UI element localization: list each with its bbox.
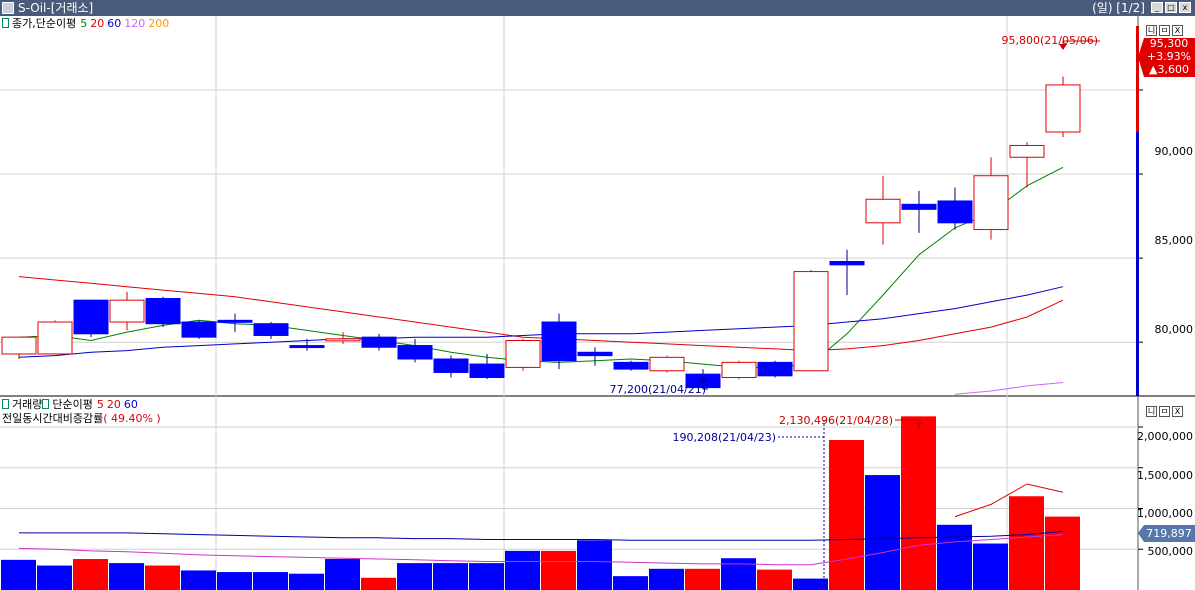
candle-body bbox=[253, 323, 289, 336]
volume-bar bbox=[865, 475, 900, 590]
volume-bar bbox=[721, 558, 756, 590]
volume-bar bbox=[613, 576, 648, 590]
candle-body bbox=[325, 338, 361, 342]
price-ytick-85000: 85,000 bbox=[1155, 234, 1194, 247]
candle-body bbox=[73, 299, 109, 335]
candle-body bbox=[1045, 84, 1081, 133]
current-change: ▲3,600 bbox=[1149, 63, 1189, 76]
volume-ytick-1500000: 1,500,000 bbox=[1137, 469, 1193, 482]
candle-body bbox=[649, 356, 685, 372]
candle-body bbox=[361, 336, 397, 348]
candle-body bbox=[541, 321, 577, 362]
max-volume-label: 2,130,496(21/04/28) bbox=[779, 414, 893, 427]
volume-bar bbox=[361, 577, 396, 590]
candle-body bbox=[901, 203, 937, 210]
volume-bar bbox=[541, 550, 576, 590]
candle-body bbox=[829, 260, 865, 266]
candle-body bbox=[181, 321, 217, 338]
price-ma5-line bbox=[18, 166, 1064, 368]
candle-body bbox=[721, 361, 757, 379]
volume-bar bbox=[1, 559, 36, 590]
candle-body bbox=[865, 198, 901, 224]
price-ma120-line bbox=[954, 382, 1064, 395]
candle-body bbox=[613, 361, 649, 370]
price-ytick-90000: 90,000 bbox=[1155, 145, 1194, 158]
volume-bar bbox=[37, 565, 72, 590]
volume-bar bbox=[217, 572, 252, 590]
candle-body bbox=[973, 175, 1009, 231]
volume-bar bbox=[973, 543, 1008, 590]
volume-bar bbox=[757, 569, 792, 590]
price-axis-down-bar bbox=[1136, 132, 1139, 396]
volume-bar bbox=[505, 550, 540, 590]
price-layer bbox=[1, 40, 1100, 395]
volume-bar bbox=[145, 565, 180, 590]
candle-body bbox=[433, 358, 469, 373]
candle-body bbox=[1009, 144, 1045, 158]
candle-body bbox=[505, 340, 541, 368]
candle-body bbox=[217, 319, 253, 323]
volume-bar bbox=[181, 570, 216, 590]
volume-bar bbox=[649, 568, 684, 590]
volume-bar bbox=[433, 563, 468, 590]
volume-ytick-2000000: 2,000,000 bbox=[1137, 430, 1193, 443]
volume-bar bbox=[793, 578, 828, 590]
ref-volume-label: 190,208(21/04/23) bbox=[673, 431, 776, 444]
candle-body bbox=[289, 345, 325, 349]
price-axis-up-bar bbox=[1136, 26, 1139, 133]
volume-layer bbox=[1, 416, 1080, 590]
volume-bar bbox=[937, 524, 972, 590]
current-volume-ma: 719,897 bbox=[1146, 527, 1192, 540]
volume-bar bbox=[1009, 496, 1044, 590]
min-price-label: 77,200(21/04/21) bbox=[610, 383, 706, 396]
volume-bar bbox=[289, 573, 324, 590]
candle-body bbox=[937, 200, 973, 224]
candle-body bbox=[397, 345, 433, 360]
candle-body bbox=[37, 321, 73, 355]
volume-bar bbox=[73, 559, 108, 590]
candle-body bbox=[1, 336, 37, 355]
current-price: 95,300 bbox=[1150, 37, 1189, 50]
volume-bar bbox=[109, 563, 144, 590]
stock-chart[interactable]: 95,800(21/05/06) 77,200(21/04/21) 95,300+3… bbox=[0, 0, 1195, 590]
volume-bar bbox=[397, 563, 432, 590]
current-pct: +3.93% bbox=[1147, 50, 1191, 63]
volume-bar bbox=[685, 568, 720, 590]
volume-bar bbox=[577, 540, 612, 590]
volume-bar bbox=[253, 572, 288, 590]
volume-ytick-500000: 500,000 bbox=[1148, 545, 1194, 558]
volume-bar bbox=[1045, 516, 1080, 590]
max-price-label: 95,800(21/05/06) bbox=[1002, 34, 1098, 47]
volume-ytick-1000000: 1,000,000 bbox=[1137, 507, 1193, 520]
volume-bar bbox=[829, 440, 864, 590]
candle-body bbox=[577, 351, 613, 357]
price-ytick-80000: 80,000 bbox=[1155, 323, 1194, 336]
volume-bar bbox=[469, 563, 504, 590]
volume-bar bbox=[901, 416, 936, 590]
candle-body bbox=[145, 297, 181, 325]
volume-bar bbox=[325, 559, 360, 590]
candle-body bbox=[757, 361, 793, 377]
candle-body bbox=[469, 363, 505, 379]
candle-body bbox=[109, 299, 145, 323]
candle-body bbox=[793, 271, 829, 372]
